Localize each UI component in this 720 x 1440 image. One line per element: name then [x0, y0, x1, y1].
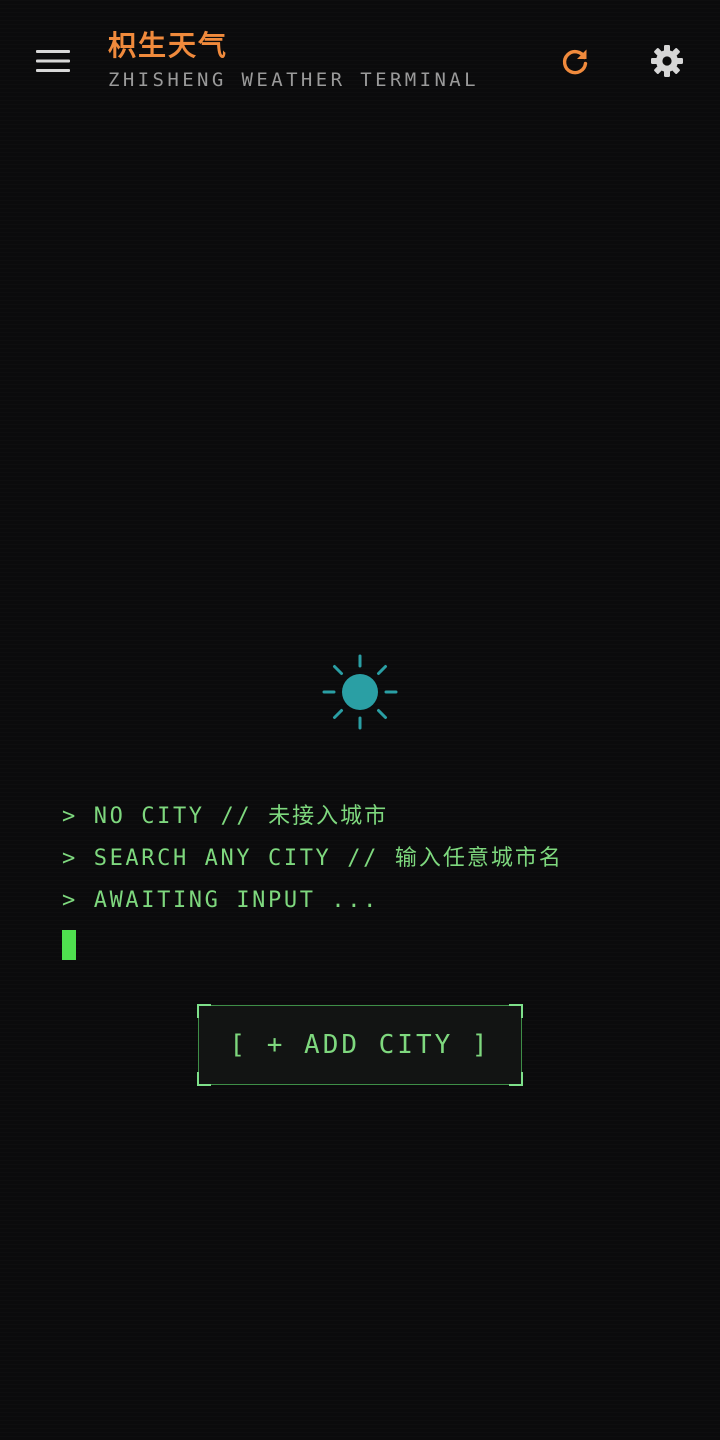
title-block: 枳生天气 ZHISHENG WEATHER TERMINAL: [108, 28, 479, 94]
corner-bracket: [509, 1072, 523, 1086]
app-bar: 枳生天气 ZHISHENG WEATHER TERMINAL: [0, 0, 720, 124]
sun-icon: [320, 652, 400, 732]
add-city-button[interactable]: [ + ADD CITY ]: [197, 1004, 523, 1086]
gear-icon: [651, 45, 683, 77]
terminal-line-no-city: > NO CITY // 未接入城市: [62, 804, 389, 829]
terminal-line-awaiting: > AWAITING INPUT ...: [62, 888, 379, 913]
corner-bracket: [197, 1004, 211, 1018]
terminal-cursor: [62, 930, 76, 960]
hamburger-menu-icon: [36, 50, 70, 72]
menu-button[interactable]: [26, 36, 80, 86]
terminal-output: > NO CITY // 未接入城市 > SEARCH ANY CITY // …: [62, 796, 682, 960]
app-subtitle: ZHISHENG WEATHER TERMINAL: [108, 69, 479, 91]
refresh-icon: [562, 49, 588, 75]
settings-button[interactable]: [644, 38, 690, 84]
refresh-button[interactable]: [552, 38, 598, 84]
corner-bracket: [197, 1072, 211, 1086]
terminal-line-search: > SEARCH ANY CITY // 输入任意城市名: [62, 846, 563, 871]
app-title: 枳生天气: [108, 29, 229, 62]
add-city-label: [ + ADD CITY ]: [229, 1030, 491, 1060]
corner-bracket: [509, 1004, 523, 1018]
